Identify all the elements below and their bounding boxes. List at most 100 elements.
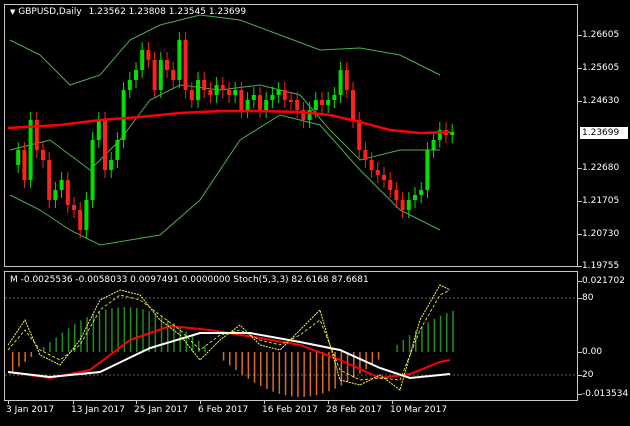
macd-histogram-bar <box>371 352 374 365</box>
candle-body <box>276 90 281 95</box>
candle-body <box>413 195 417 200</box>
symbol-label: GBPUSD,Daily <box>18 7 82 17</box>
macd-histogram-bar <box>297 352 299 397</box>
macd-histogram-bar <box>446 312 448 352</box>
candle-body <box>264 100 269 110</box>
candle-body <box>251 95 256 100</box>
macd-histogram-bar <box>433 318 436 352</box>
macd-histogram-bar <box>377 352 380 360</box>
indicator-tick: 80 <box>582 293 594 303</box>
candle-body <box>22 150 27 180</box>
macd-histogram-bar <box>18 352 20 367</box>
macd-histogram-bar <box>92 314 95 352</box>
candle-body <box>425 150 430 190</box>
candle-body <box>16 150 21 165</box>
time-label: 13 Jan 2017 <box>71 405 125 415</box>
time-label: 6 Feb 2017 <box>198 405 249 415</box>
candle-body <box>289 100 293 102</box>
candle-body <box>227 90 231 95</box>
macd-histogram-bar <box>129 307 132 352</box>
macd-histogram-bar <box>222 352 225 361</box>
price-tick: 1.20730 <box>582 229 620 239</box>
candle-body <box>313 100 318 110</box>
macd-histogram-bar <box>49 342 51 352</box>
candle-body <box>72 205 76 210</box>
candle-body <box>351 90 355 120</box>
macd-histogram-bar <box>61 332 64 352</box>
candle-body <box>47 160 52 200</box>
macd-histogram-bar <box>30 352 33 357</box>
candle-body <box>239 90 244 110</box>
macd-histogram-bar <box>439 315 442 352</box>
candle-body <box>177 40 182 80</box>
ohlc-values: 1.23562 1.23808 1.23545 1.23699 <box>88 7 247 17</box>
time-label: 16 Feb 2017 <box>262 405 319 415</box>
candle-body <box>332 95 337 100</box>
candle-body <box>214 85 219 95</box>
candle-body <box>152 60 157 90</box>
macd-histogram-bar <box>359 352 361 374</box>
macd-histogram-bar <box>117 307 119 352</box>
candle-body <box>400 200 405 210</box>
bollinger-lower <box>9 114 441 246</box>
macd-histogram-bar <box>67 328 70 352</box>
candle-body <box>258 95 262 110</box>
macd-histogram-bar <box>303 352 305 397</box>
candle-body <box>220 85 225 90</box>
candle-body <box>28 120 33 180</box>
macd-histogram-bar <box>272 352 274 392</box>
candle-body <box>369 160 374 170</box>
chart-menu-arrow-icon[interactable]: ▼ <box>10 8 15 16</box>
macd-histogram-bar <box>98 311 101 352</box>
indicator-values: M -0.0025536 -0.0058033 0.0097491 0.0000… <box>10 275 369 285</box>
candle-body <box>65 180 70 205</box>
candle-body <box>406 200 411 210</box>
candle-body <box>158 60 163 90</box>
candle-body <box>78 210 83 230</box>
macd-histogram-bar <box>253 352 256 383</box>
candle-body <box>127 80 132 90</box>
macd-histogram-bar <box>247 352 250 379</box>
candle-body <box>394 190 399 200</box>
chart-header: ▼ GBPUSD,Daily 1.23562 1.23808 1.23545 1… <box>10 7 246 17</box>
macd-histogram-bar <box>328 352 330 392</box>
macd-histogram-bar <box>105 309 107 352</box>
candle-body <box>388 180 393 190</box>
macd-histogram-bar <box>309 352 312 397</box>
candle-body <box>90 140 95 200</box>
candle-body <box>84 200 89 230</box>
indicator-tick: 0.021702 <box>582 276 625 286</box>
candle-body <box>196 80 200 100</box>
price-tick: 1.26605 <box>582 30 620 40</box>
macd-histogram-bar <box>260 352 262 387</box>
candle-body <box>140 50 145 70</box>
indicator-tick: -0.013534 <box>582 389 629 399</box>
candle-body <box>357 120 362 150</box>
macd-histogram-bar <box>198 340 200 352</box>
bollinger-upper <box>9 14 441 86</box>
price-tick: 1.25605 <box>582 63 620 73</box>
candle-body <box>134 70 138 80</box>
candle-body <box>115 140 120 160</box>
time-label: 25 Jan 2017 <box>134 405 188 415</box>
macd-histogram-bar <box>148 311 150 352</box>
candle-body <box>326 100 331 105</box>
macd-histogram-bar <box>315 352 318 396</box>
candle-body <box>382 175 386 180</box>
candle-body <box>344 70 349 90</box>
candle-body <box>295 100 300 110</box>
chart-canvas <box>5 14 577 397</box>
candle-body <box>375 170 380 175</box>
moving-average-line <box>7 109 451 135</box>
macd-histogram-bar <box>86 317 88 352</box>
candle-body <box>270 95 275 100</box>
candle-body <box>109 160 114 170</box>
candle-body <box>103 120 107 170</box>
macd-histogram-bar <box>284 352 287 396</box>
candle-body <box>96 120 101 140</box>
macd-histogram-bar <box>241 352 243 375</box>
macd-histogram-bar <box>346 352 349 382</box>
candle-body <box>208 90 213 95</box>
macd-histogram-bar <box>291 352 293 397</box>
candle-body <box>53 190 58 200</box>
